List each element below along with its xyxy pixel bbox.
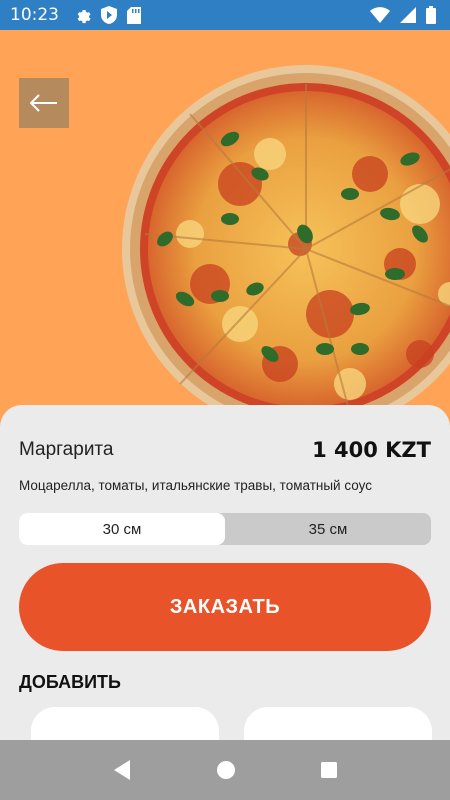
wifi-icon <box>370 7 390 23</box>
status-icons-left <box>73 6 141 24</box>
system-nav-bar <box>0 740 450 800</box>
order-button[interactable]: ЗАКАЗАТЬ <box>19 563 431 651</box>
product-sheet: Маргарита 1 400 KZT Моцарелла, томаты, и… <box>0 405 450 767</box>
status-bar: 10:23 <box>0 0 450 30</box>
battery-icon <box>426 6 436 24</box>
product-description: Моцарелла, томаты, итальянские травы, то… <box>19 478 372 493</box>
gear-icon <box>77 10 91 24</box>
cell-signal-icon <box>400 7 416 23</box>
home-circle-icon <box>217 761 235 779</box>
back-button[interactable] <box>19 78 69 128</box>
back-triangle-icon <box>114 760 130 780</box>
nav-recents-button[interactable] <box>320 761 338 779</box>
size-option-35[interactable]: 35 см <box>225 513 431 545</box>
size-selector: 30 см 35 см <box>19 513 431 545</box>
title-row: Маргарита 1 400 KZT <box>19 438 431 462</box>
nav-home-button[interactable] <box>216 760 236 780</box>
product-name: Маргарита <box>19 439 114 460</box>
play-protect-icon <box>101 6 117 24</box>
recents-square-icon <box>321 762 337 778</box>
nav-back-button[interactable] <box>112 759 132 781</box>
product-hero <box>0 30 450 410</box>
pizza-image <box>122 65 450 410</box>
addons-heading: ДОБАВИТЬ <box>19 672 121 692</box>
sd-card-icon <box>127 6 141 24</box>
arrow-left-icon <box>30 94 57 112</box>
status-icons-right <box>370 6 436 24</box>
size-option-30[interactable]: 30 см <box>19 513 225 545</box>
status-time: 10:23 <box>10 5 59 25</box>
product-price: 1 400 KZT <box>312 438 431 462</box>
